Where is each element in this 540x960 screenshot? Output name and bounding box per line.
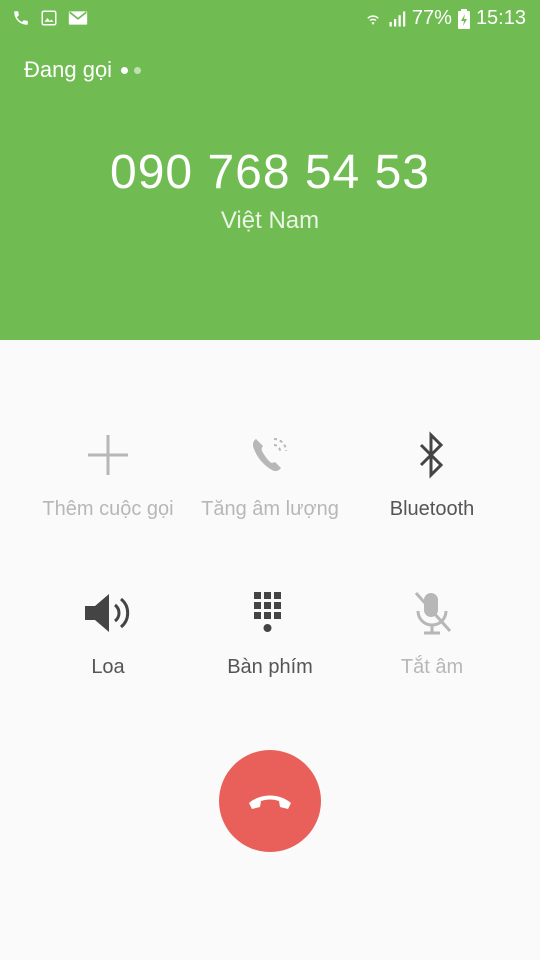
signal-icon <box>389 11 406 26</box>
wifi-icon <box>367 14 379 25</box>
volume-boost-label: Tăng âm lượng <box>201 498 339 520</box>
phone-volume-icon <box>252 438 287 472</box>
notification-icons <box>12 9 88 27</box>
call-header: 77% 15:13 Đang gọi 090 768 54 53 Việt Na… <box>0 0 540 340</box>
country-label: Việt Nam <box>220 207 320 234</box>
keypad-icon <box>254 592 281 632</box>
speaker-button[interactable]: Loa <box>18 588 198 679</box>
add-call-button[interactable]: Thêm cuộc gọi <box>18 430 198 521</box>
status-bar: 77% 15:13 <box>0 0 540 38</box>
keypad-label: Bàn phím <box>227 656 313 678</box>
keypad-button[interactable]: Bàn phím <box>180 588 360 679</box>
dot-inactive <box>134 66 142 74</box>
plus-icon <box>88 435 128 475</box>
call-status: Đang gọi <box>24 57 142 83</box>
mute-label: Tắt âm <box>400 656 464 678</box>
mute-mic-icon <box>414 591 452 635</box>
mail-icon <box>68 11 88 25</box>
battery-percent: 77% <box>411 7 452 29</box>
speaker-label: Loa <box>91 656 125 678</box>
mute-button[interactable]: Tắt âm <box>342 588 522 679</box>
progress-dots <box>121 66 142 74</box>
speaker-icon <box>85 594 130 632</box>
bluetooth-label: Bluetooth <box>389 498 475 520</box>
call-status-text: Đang gọi <box>24 57 113 82</box>
bluetooth-button[interactable]: Bluetooth <box>342 430 522 521</box>
gallery-icon <box>41 10 57 26</box>
phone-icon <box>14 11 28 25</box>
add-call-label: Thêm cuộc gọi <box>42 498 174 520</box>
phone-number: 090 768 54 53 <box>110 146 430 199</box>
hang-up-icon <box>249 795 291 809</box>
system-icons: 77% 15:13 <box>364 7 526 30</box>
battery-charging-icon <box>457 8 470 29</box>
volume-boost-button[interactable]: Tăng âm lượng <box>180 430 360 521</box>
bluetooth-icon <box>419 431 444 479</box>
clock: 15:13 <box>475 7 526 29</box>
end-call-button[interactable] <box>219 750 321 852</box>
dot-active <box>121 66 129 74</box>
